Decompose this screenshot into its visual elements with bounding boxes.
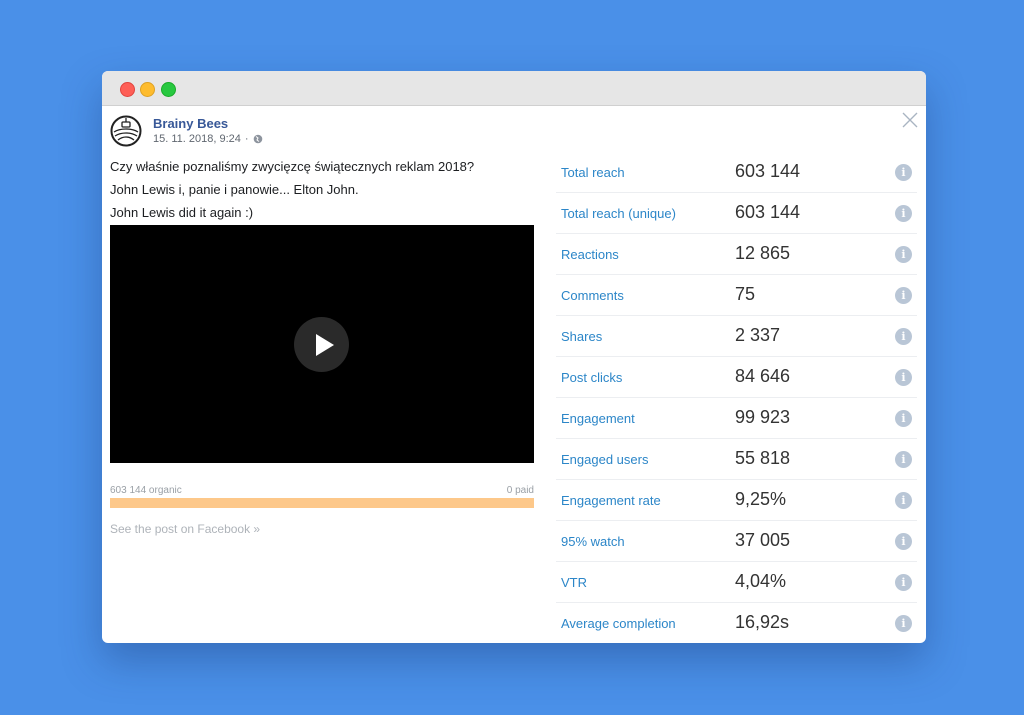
metric-label[interactable]: Reactions — [561, 247, 619, 262]
title-bar — [102, 71, 926, 106]
metric-label[interactable]: Total reach — [561, 165, 625, 180]
metric-row: Engagement rate 9,25% i — [556, 480, 917, 521]
metric-label[interactable]: Shares — [561, 329, 602, 344]
metric-row: Average completion 16,92s i — [556, 603, 917, 643]
info-icon[interactable]: i — [895, 369, 912, 386]
metric-row: Comments 75 i — [556, 275, 917, 316]
post-date[interactable]: 15. 11. 2018, 9:24 — [153, 133, 241, 145]
metric-value: 37 005 — [735, 530, 791, 550]
avatar[interactable] — [110, 115, 142, 147]
metric-value: 16,92s — [735, 612, 790, 632]
post-text-line: John Lewis did it again :) — [110, 205, 254, 220]
page-name[interactable]: Brainy Bees — [153, 116, 228, 131]
metric-value: 2 337 — [735, 325, 781, 345]
post-text: Czy właśnie poznaliśmy zwycięzcę świątec… — [110, 159, 534, 221]
metric-row: Shares 2 337 i — [556, 316, 917, 357]
metric-value: 603 144 — [735, 161, 801, 181]
metric-label[interactable]: Post clicks — [561, 370, 622, 385]
metric-label[interactable]: Comments — [561, 288, 624, 303]
info-icon[interactable]: i — [895, 410, 912, 427]
info-icon[interactable]: i — [895, 246, 912, 263]
info-icon[interactable]: i — [895, 328, 912, 345]
video-player[interactable] — [110, 225, 534, 463]
metric-label[interactable]: Engaged users — [561, 452, 648, 467]
metric-value: 9,25% — [735, 489, 787, 509]
metric-row: VTR 4,04% i — [556, 562, 917, 603]
metric-label[interactable]: 95% watch — [561, 534, 625, 549]
facebook-post-link[interactable]: See the post on Facebook » — [110, 522, 260, 536]
metric-value: 4,04% — [735, 571, 787, 591]
metric-row: Reactions 12 865 i — [556, 234, 917, 275]
metric-label[interactable]: Engagement rate — [561, 493, 661, 508]
metric-label[interactable]: VTR — [561, 575, 587, 590]
organic-reach-label: 603 144 organic — [110, 485, 182, 496]
info-icon[interactable]: i — [895, 164, 912, 181]
metric-value: 84 646 — [735, 366, 791, 386]
metric-row: Engaged users 55 818 i — [556, 439, 917, 480]
post-text-line: Czy właśnie poznaliśmy zwycięzcę świątec… — [110, 159, 475, 174]
metric-row: Post clicks 84 646 i — [556, 357, 917, 398]
metric-value: 603 144 — [735, 202, 801, 222]
metric-row: Total reach (unique) 603 144 i — [556, 193, 917, 234]
metric-label[interactable]: Total reach (unique) — [561, 206, 676, 221]
close-window-button[interactable] — [120, 82, 135, 97]
metric-row: 95% watch 37 005 i — [556, 521, 917, 562]
post-stats-window: Brainy Bees 15. 11. 2018, 9:24 · Czy wła… — [102, 71, 926, 643]
metric-row: Total reach 603 144 i — [556, 152, 917, 193]
close-icon[interactable] — [902, 112, 918, 128]
metric-row: Engagement 99 923 i — [556, 398, 917, 439]
info-icon[interactable]: i — [895, 492, 912, 509]
metric-label[interactable]: Engagement — [561, 411, 635, 426]
meta-separator: · — [244, 133, 249, 145]
post-text-line: John Lewis i, panie i panowie... Elton J… — [110, 182, 359, 197]
info-icon[interactable]: i — [895, 205, 912, 222]
organic-reach-fill — [110, 498, 534, 508]
reach-split-bar — [110, 498, 534, 508]
maximize-window-button[interactable] — [161, 82, 176, 97]
reach-split-labels: 603 144 organic 0 paid — [110, 485, 534, 496]
info-icon[interactable]: i — [895, 574, 912, 591]
play-button[interactable] — [294, 317, 349, 372]
info-icon[interactable]: i — [895, 615, 912, 632]
metric-label[interactable]: Average completion — [561, 616, 676, 631]
paid-reach-label: 0 paid — [506, 485, 534, 496]
minimize-window-button[interactable] — [140, 82, 155, 97]
metric-value: 75 — [735, 284, 756, 304]
info-icon[interactable]: i — [895, 287, 912, 304]
post-preview: Brainy Bees 15. 11. 2018, 9:24 · Czy wła… — [110, 115, 534, 221]
post-meta: 15. 11. 2018, 9:24 · — [153, 133, 263, 145]
metric-value: 12 865 — [735, 243, 791, 263]
globe-icon — [253, 134, 262, 144]
metrics-list: Total reach 603 144 i Total reach (unique) 6… — [556, 152, 917, 643]
info-icon[interactable]: i — [895, 533, 912, 550]
metric-value: 55 818 — [735, 448, 791, 468]
metric-value: 99 923 — [735, 407, 791, 427]
info-icon[interactable]: i — [895, 451, 912, 468]
post-header: Brainy Bees 15. 11. 2018, 9:24 · — [110, 115, 534, 151]
